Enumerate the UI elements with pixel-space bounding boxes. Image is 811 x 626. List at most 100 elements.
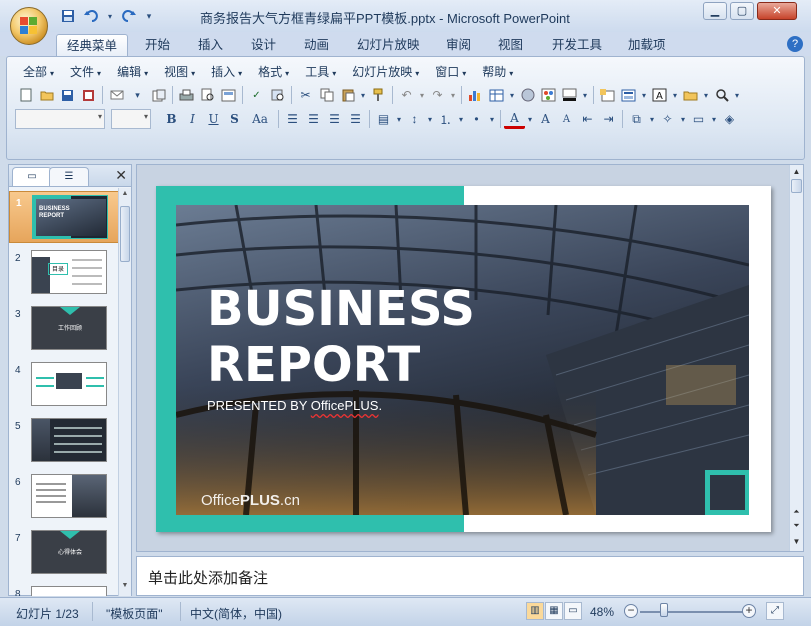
slide-subtitle[interactable]: PRESENTED BY OfficePLUS. [207,398,382,413]
columns-icon[interactable]: ▤ [373,109,394,129]
arrange-icon[interactable]: ⧉ [626,109,647,129]
fit-to-window-icon[interactable]: ⤢ [766,602,784,620]
tab-design[interactable]: 设计 [241,34,286,56]
shadow-button[interactable]: S [224,109,245,129]
line-spacing-icon[interactable]: ↕ [404,109,425,129]
justify-icon[interactable]: ☰ [345,109,366,129]
print-icon[interactable] [176,85,197,105]
font-name-combo[interactable]: ▾ [15,109,105,129]
print-preview-icon[interactable] [197,85,218,105]
office-button[interactable] [10,7,48,45]
close-pane-icon[interactable]: ✕ [115,167,127,184]
new-document-icon[interactable] [15,85,36,105]
zoom-level[interactable]: 48% [590,605,614,619]
previous-slide-icon[interactable]: ⏶ [790,507,803,517]
paste-dropdown-icon[interactable]: ▾ [358,85,368,105]
zoom-in-icon[interactable]: + [742,604,756,618]
next-slide-icon[interactable]: ⏷ [790,521,803,531]
table-dropdown-icon[interactable]: ▾ [507,85,517,105]
slide-sorter-icon[interactable] [218,85,239,105]
decrease-indent-icon[interactable]: ⇤ [577,109,598,129]
slide-thumbnail-1[interactable]: 1 BUSINESS REPORT [9,191,119,243]
tab-animation[interactable]: 动画 [294,34,339,56]
email-icon[interactable] [106,85,127,105]
insert-clipart-icon[interactable] [517,85,538,105]
italic-button[interactable]: I [182,109,203,129]
redo-icon[interactable]: ↷ [427,85,448,105]
customize-qat-icon[interactable]: ▾ [142,7,156,25]
slide-thumbnail-7[interactable]: 7 心得体会 [9,527,119,579]
scroll-up-icon[interactable]: ▲ [790,167,803,176]
menu-slideshow[interactable]: 幻灯片放映 ▾ [344,63,427,81]
find-dropdown-icon[interactable]: ▾ [732,85,742,105]
tab-review[interactable]: 审阅 [436,34,481,56]
menu-tools[interactable]: 工具 ▾ [297,63,344,81]
grow-font-icon[interactable]: A [535,109,556,129]
undo-dropdown-icon[interactable]: ▾ [106,7,114,25]
new-slide-icon[interactable] [597,85,618,105]
slide-thumbnail-6[interactable]: 6 [9,471,119,523]
align-right-icon[interactable]: ☰ [324,109,345,129]
align-left-icon[interactable]: ☰ [282,109,303,129]
insert-table-icon[interactable] [486,85,507,105]
paste-icon[interactable] [337,85,358,105]
font-color-dropdown-icon[interactable]: ▾ [525,109,535,129]
copy-icon[interactable] [316,85,337,105]
zoom-out-icon[interactable]: − [624,604,638,618]
slide-sorter-view-button[interactable]: ▦ [545,602,563,620]
spelling-icon[interactable]: ✓ [246,85,267,105]
save-icon[interactable] [58,7,78,25]
tab-view[interactable]: 视图 [488,34,533,56]
undo-icon[interactable]: ↶ [396,85,417,105]
slide-thumbnail-3[interactable]: 3 工作回顾 [9,303,119,355]
slide-thumbnail-4[interactable]: 4 [9,359,119,411]
shapes-dropdown-icon[interactable]: ▾ [701,85,711,105]
tab-outline[interactable]: ☰ [49,167,89,186]
open-folder-icon[interactable] [36,85,57,105]
menu-insert[interactable]: 插入 ▾ [203,63,250,81]
redo-icon[interactable] [118,7,138,25]
bullets-icon[interactable]: • [466,109,487,129]
slideshow-view-button[interactable]: ▭ [564,602,582,620]
color-scheme-icon[interactable] [538,85,559,105]
shape-fill-dropdown-icon[interactable]: ▾ [709,109,719,129]
slide-title-line2[interactable]: REPORT [207,337,420,393]
align-center-icon[interactable]: ☰ [303,109,324,129]
fill-color-icon[interactable] [559,85,580,105]
insert-chart-icon[interactable] [465,85,486,105]
shrink-font-icon[interactable]: A [556,109,577,129]
tab-developer[interactable]: 开发工具 [542,34,612,56]
maximize-button[interactable]: ▢ [730,2,754,20]
slides-pane-scrollbar[interactable]: ▲ ▼ [118,188,131,596]
fill-color-dropdown-icon[interactable]: ▾ [580,85,590,105]
scroll-up-icon[interactable]: ▲ [119,190,131,202]
undo-dropdown-icon[interactable]: ▾ [417,85,427,105]
find-icon[interactable] [711,85,732,105]
change-case-button[interactable]: Aa [245,109,275,129]
redo-dropdown-icon[interactable]: ▾ [448,85,458,105]
bold-button[interactable]: B [161,109,182,129]
publish-icon[interactable] [148,85,169,105]
line-spacing-dropdown-icon[interactable]: ▾ [425,109,435,129]
editing-area-scrollbar[interactable]: ▲ ⏶ ⏷ ▼ [789,165,803,551]
slide-layout-icon[interactable] [618,85,639,105]
scroll-down-icon[interactable]: ▼ [119,582,131,594]
increase-indent-icon[interactable]: ⇥ [598,109,619,129]
attach-icon[interactable]: ▾ [127,85,148,105]
shapes-folder-icon[interactable] [680,85,701,105]
minimize-button[interactable]: ▁ [703,2,727,20]
tab-slideshow[interactable]: 幻灯片放映 [347,34,430,56]
undo-icon[interactable] [82,7,102,25]
close-button[interactable]: ✕ [757,2,797,20]
text-box-icon[interactable]: A [649,85,670,105]
bullets-dropdown-icon[interactable]: ▾ [487,109,497,129]
menu-file[interactable]: 文件 ▾ [62,63,109,81]
cut-icon[interactable]: ✂ [295,85,316,105]
font-size-combo[interactable]: ▾ [111,109,151,129]
notes-pane[interactable]: 单击此处添加备注 [136,556,804,596]
menu-window[interactable]: 窗口 ▾ [427,63,474,81]
slide-thumbnail-2[interactable]: 2 目录 [9,247,119,299]
tab-classic-menu[interactable]: 经典菜单 [56,34,129,56]
font-color-icon[interactable]: A [504,109,525,129]
numbering-dropdown-icon[interactable]: ▾ [456,109,466,129]
